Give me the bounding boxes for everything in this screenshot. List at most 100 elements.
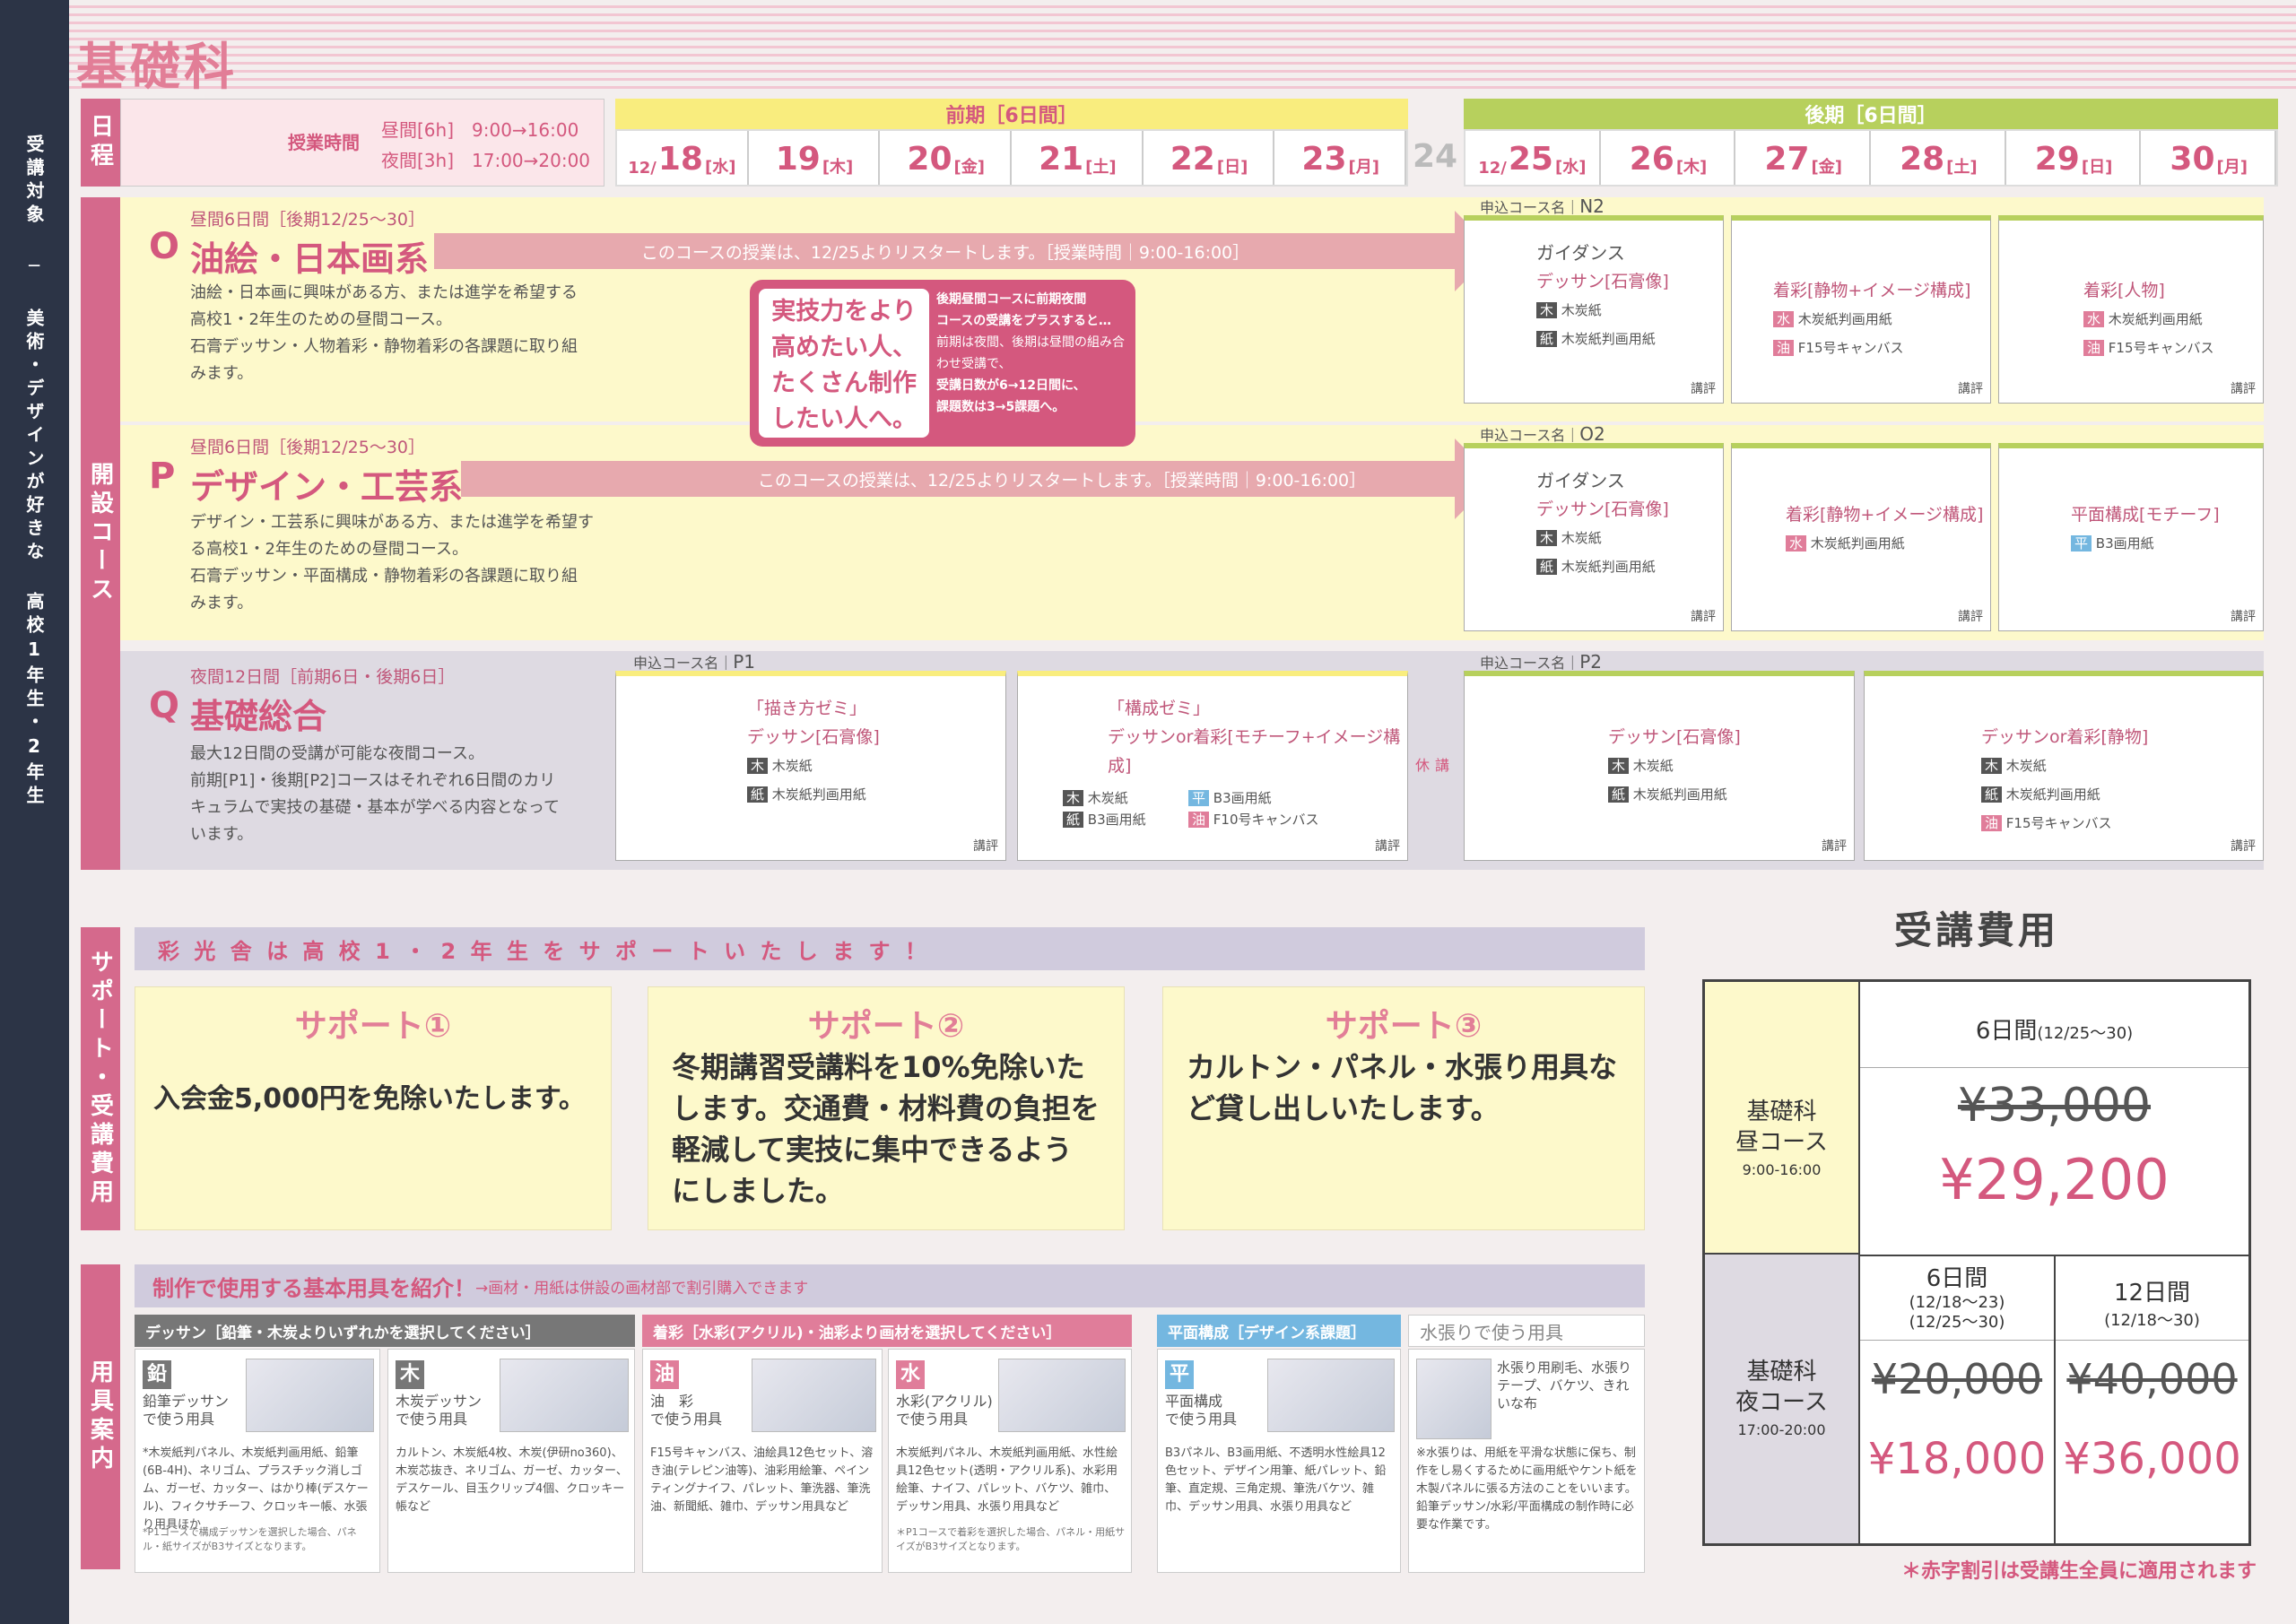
left-sidebar: 受講対象 ─ 美術・デザインが好きな 高校1年生・2年生 [0,0,69,1624]
course-q-name: 基礎総合 [190,697,327,736]
tool-item-photo [500,1359,629,1432]
tool-item-photo [1267,1359,1395,1432]
tool-item-icon: 油 [650,1360,679,1389]
first-term-days: 12/18 [水] 19 [木] 20 [金] 21 [土] 22 [日] 23 [月] [615,129,1408,187]
day-month: 12/ [1478,159,1507,178]
day-weekday: [金] [953,158,985,177]
second-day-0: 12/25 [水] [1465,131,1601,185]
day-weekday: [月] [2216,158,2248,177]
promo-box: 実技力をより 高めたい人、 たくさん制作 したい人へ。 後期昼間コースに前期夜間 コース… [750,280,1135,447]
promo-right: 後期昼間コースに前期夜間 コースの受講をプラスすると… 前期は夜間、後期は昼間の組み… [936,292,1125,414]
day-course-cell: 基礎科 昼コース 9:00-16:00 [1705,982,1860,1255]
support-header: 彩 光 舎 は 高 校 1 ・ 2 年 生 を サ ポ ー ト い た し ま … [135,927,1645,970]
tool-group-dessin: デッサン［鉛筆・木炭よりいずれかを選択してください］ [135,1315,635,1347]
course-o-card-1: ガイダンス デッサン[石膏像] 木 木炭紙紙 木炭紙判画用紙 講評 [1464,215,1724,404]
tool-item-2: 油油 彩で使う用具 F15号キャンバス、油絵具12色セット、溶き油(テレピン油等)… [642,1349,883,1573]
tool-group-design: 平面構成［デザイン系課題］ [1157,1315,1401,1347]
second-day-1: 26 [木] [1600,131,1736,185]
tool-item-name: 水張り用刷毛、水張りテープ、バケツ、きれいな布 [1497,1359,1632,1411]
fees-title: 受講費用 [1894,908,2060,952]
support-box-1: サポート① 入会金5,000円を免除いたします。 [135,986,612,1230]
course-p-sub: 昼間6日間［後期12/25～30］ [190,438,426,457]
tools-label: 用具案内 [81,1264,120,1569]
tool-item-1: 木木炭デッサン で使う用具カルトン、木炭紙4枚、木炭(伊研no360)、木炭芯抜き… [387,1349,635,1573]
course-q-code-2: 申込コース名｜P2 [1480,651,1603,673]
day-weekday: [日] [2081,158,2113,177]
fees-note: ＊赤字割引は受講生全員に適用されます [1901,1560,2257,1583]
tool-item-name: 油 彩で使う用具 [650,1393,723,1428]
first-day-2: 20 [金] [880,131,1013,185]
course-q-card-2: 「構成ゼミ」 デッサンor着彩[モチーフ+イメージ構成] 木 木炭紙紙 B3画用紙… [1017,671,1408,861]
second-term-bar: 後期［6日間］ [1464,99,2278,129]
tool-item-4: 平平面構成 で使う用具 B3パネル、B3画用紙、不透明水性絵具12色セット、デザイン… [1157,1349,1401,1573]
tool-item-name: 鉛筆デッサン で使う用具 [143,1393,230,1428]
first-day-4: 22 [日] [1143,131,1275,185]
day-weekday: [水] [1554,158,1587,177]
course-q-code-1: 申込コース名｜P1 [633,651,756,673]
day-number: 26 [1629,141,1674,178]
day-weekday: [土] [1085,158,1117,177]
day-month: 12/ [628,159,657,178]
night-old-price-1: ¥20,000 [1871,1355,2043,1403]
tool-item-name: 木炭デッサン で使う用具 [396,1393,483,1428]
day-weekday: [金] [1811,158,1842,177]
tool-group-mizubari: 水張りで使う用具 [1408,1315,1645,1347]
course-o-code: 申込コース名｜N2 [1480,195,1605,217]
course-o-card-3: 着彩[人物] 水 木炭紙判画用紙油 F15号キャンバス 講評 [1998,215,2264,404]
support-box-2: サポート② 冬期講習受講料を10%免除いたします。交通費・材料費の負担を軽減して実… [648,986,1125,1230]
course-p-name: デザイン・工芸系 [190,467,464,507]
course-p-arrow: このコースの授業は、12/25よりリスタートします。［授業時間｜9:00-16:… [461,461,1457,497]
second-term-days: 12/25 [水] 26 [木] 27 [金] 28 [土] 29 [日] 30 [月] [1464,129,2278,187]
tool-item-0: 鉛鉛筆デッサン で使う用具 *木炭紙判パネル、木炭紙判画用紙、鉛筆(6B-4H)、ネ… [135,1349,380,1573]
tool-item-icon: 平 [1165,1360,1194,1389]
second-day-4: 29 [日] [2005,131,2142,185]
tool-item-5: 水張り用刷毛、水張りテープ、バケツ、きれいな布 ※水張りは、用紙を平滑な状態に保ち… [1408,1349,1645,1573]
header-stripes [69,0,2296,90]
course-p-card-1: ガイダンス デッサン[石膏像] 木 木炭紙紙 木炭紙判画用紙 講評 [1464,443,1724,631]
night-old-price-2: ¥40,000 [2066,1355,2238,1403]
tool-group-color: 着彩［水彩(アクリル)・油彩より画材を選択してください］ [642,1315,1132,1347]
night-time: 夜間[3h] 17:00→20:00 [381,150,591,171]
support-box-3: サポート③ カルトン・パネル・水張り用具など貸し出しいたします。 [1162,986,1645,1230]
support-label: サポート・受講費用 [81,927,120,1230]
tool-item-desc: B3パネル、B3画用紙、不透明水性絵具12色セット、デザイン用筆、紙パレット、鉛… [1165,1446,1387,1514]
page-title: 基礎科 [76,39,238,97]
course-p-desc: デザイン・工芸系に興味がある方、または進学を希望す る高校1・2年生のための昼間コ… [190,513,594,612]
course-p-card-2: 着彩[静物+イメージ構成] 水 木炭紙判画用紙 講評 [1731,443,1991,631]
day-weekday: [水] [704,158,736,177]
fees-table: 基礎科 昼コース 9:00-16:00 6日間(12/25～30) ¥33,00… [1702,979,2251,1546]
course-p-letter: P [149,456,176,497]
day-number: 23 [1301,141,1347,178]
day-weekday: [月] [1348,158,1379,177]
day-time: 昼間[6h] 9:00→16:00 [381,119,579,141]
course-q-sub: 夜間12日間［前期6日・後期6日］ [190,667,456,687]
tool-item-icon: 木 [396,1360,424,1389]
rest-label: 休講 [1415,757,1456,774]
day-number: 25 [1508,141,1553,178]
first-day-3: 21 [土] [1012,131,1144,185]
day-old-price: ¥33,000 [1957,1079,2152,1133]
tool-item-note: *P1コースで構成デッサンを選択した場合、パネル・紙サイズがB3サイズとなります… [143,1526,357,1552]
first-day-0: 12/18 [水] [617,131,749,185]
day-number: 27 [1764,141,1810,178]
course-p-card-3: 平面構成[モチーフ] 平 B3画用紙 講評 [1998,443,2264,631]
course-q-card-1: 「描き方ゼミ」 デッサン[石膏像] 木 木炭紙紙 木炭紙判画用紙 講評 [615,671,1006,861]
day-number: 28 [1900,141,1945,178]
tool-item-desc: カルトン、木炭紙4枚、木炭(伊研no360)、木炭芯抜き、ネリゴム、ガーゼ、カッ… [396,1446,628,1514]
tool-item-desc: *木炭紙判パネル、木炭紙判画用紙、鉛筆(6B-4H)、ネリゴム、プラスチック消し… [143,1446,369,1532]
day-number: 29 [2034,141,2080,178]
course-o-name: 油絵・日本画系 [190,239,430,279]
tool-item-photo [751,1359,876,1432]
course-o-desc: 油絵・日本画に興味がある方、または進学を希望する 高校1・2年生のための昼間コース… [190,283,578,383]
night-course-cell: 基礎科 夜コース 17:00-20:00 [1705,1255,1860,1543]
night-new-price-2: ¥36,000 [2063,1434,2241,1484]
night-new-price-1: ¥18,000 [1867,1434,2047,1484]
day-number: 30 [2170,141,2215,178]
day-weekday: [土] [1946,158,1978,177]
course-o-card-2: 着彩[静物+イメージ構成] 水 木炭紙判画用紙油 F15号キャンバス 講評 [1731,215,1991,404]
course-p-code: 申込コース名｜O2 [1480,423,1605,445]
tool-item-icon: 水 [896,1360,925,1389]
course-q-card-4: デッサンor着彩[静物] 木 木炭紙紙 木炭紙判画用紙油 F15号キャンバス 講評 [1864,671,2264,861]
course-o-letter: O [149,226,180,267]
tool-item-photo [1416,1359,1492,1439]
